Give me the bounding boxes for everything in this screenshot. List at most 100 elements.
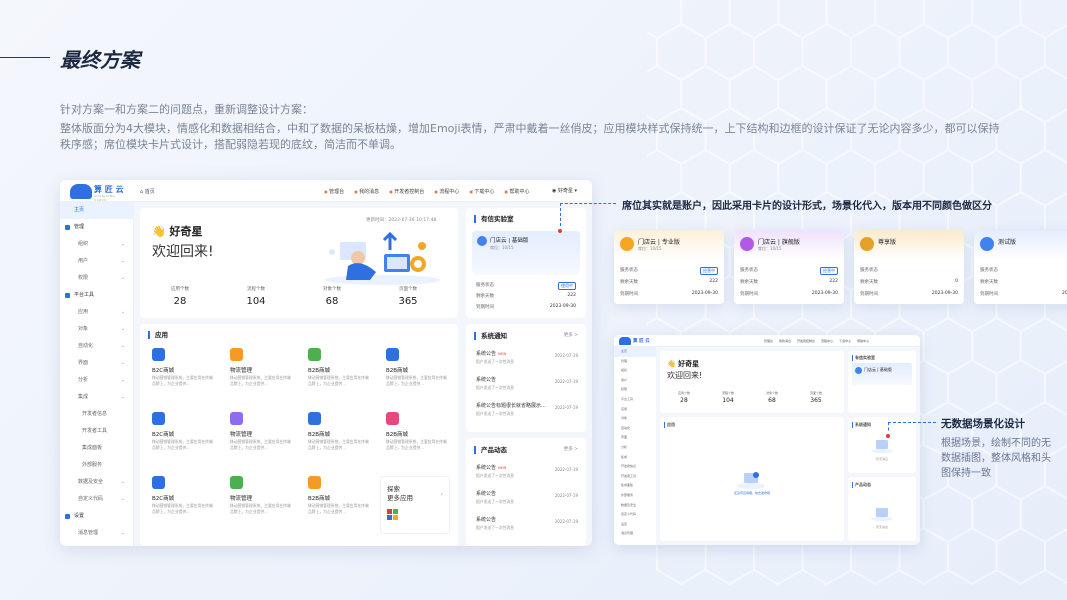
notice-more-link[interactable]: 更多 > xyxy=(564,332,578,338)
sidebar-item[interactable]: 对象 ⌄ xyxy=(60,321,133,338)
hexagon-shape xyxy=(947,526,998,586)
user-menu[interactable]: ◉ 好奇星 ▾ xyxy=(552,187,577,194)
small-sidebar-item[interactable]: 对象 xyxy=(614,414,656,424)
small-sidebar-item[interactable]: 管理 xyxy=(614,357,656,367)
app-item[interactable]: 物流管理 移动营销管理系统，主要应用在终端品牌上，为企业提供... xyxy=(230,412,300,470)
small-notice-title: 系统通知 xyxy=(852,422,871,428)
small-dynamic-title: 产品动态 xyxy=(852,482,871,488)
sidebar-item[interactable]: 消息管理 ⌄ xyxy=(60,525,133,542)
sidebar-item[interactable]: 外部服务 xyxy=(60,457,133,474)
sidebar-item[interactable]: 自定义代码 ⌄ xyxy=(60,491,133,508)
app-item[interactable]: B2B商城 移动营销管理系统，主要应用在终端品牌上，为企业提供... xyxy=(308,412,378,470)
small-sidebar-item[interactable]: 外部服务 xyxy=(614,491,656,501)
tier-row: 到期时间2022-0 xyxy=(980,291,1067,297)
topnav-item-3[interactable]: 流程中心 xyxy=(434,188,459,195)
small-lab-card: 有信实验室 门店云 | 基础版 xyxy=(848,351,916,413)
chevron-down-icon: ⌄ xyxy=(120,258,125,264)
topnav-item-0[interactable]: 管理台 xyxy=(324,188,344,195)
sidebar-item[interactable]: 用户 ⌄ xyxy=(60,253,133,270)
list-item-title[interactable]: 系统公告 xyxy=(476,516,496,523)
logo[interactable]: 算 匠 云 SUANJIANG CLOUD xyxy=(70,184,128,202)
small-sidebar-item[interactable]: 主页 xyxy=(614,347,656,357)
small-topnav-item-3[interactable]: 流程中心 xyxy=(821,339,833,343)
topnav-item-1[interactable]: 我的消息 xyxy=(354,188,379,195)
sidebar-item[interactable]: 自动化 ⌄ xyxy=(60,338,133,355)
sidebar-item[interactable]: 开发者信息 xyxy=(60,406,133,423)
sidebar-item[interactable]: 权限 ⌄ xyxy=(60,270,133,287)
small-sidebar-item[interactable]: 自定义代码 xyxy=(614,510,656,520)
app-desc: 移动营销管理系统，主要应用在终端品牌上，为企业提供... xyxy=(230,375,291,386)
topnav-item-2[interactable]: 开发者控制台 xyxy=(389,188,424,195)
page-title: 最终方案 xyxy=(60,48,140,72)
app-item[interactable]: 物流管理 移动营销管理系统，主要应用在终端品牌上，为企业提供... xyxy=(230,476,300,534)
breadcrumb-label: 首页 xyxy=(144,189,155,195)
breadcrumb[interactable]: ⌂ 首页 xyxy=(140,188,155,195)
sidebar-item[interactable]: 集成面板 xyxy=(60,440,133,457)
small-sidebar-item[interactable]: 权限 xyxy=(614,385,656,395)
seat-card[interactable]: 门店云 | 基础版 席位：10/15 xyxy=(472,231,580,275)
list-item-date: 2022-07-19 xyxy=(554,493,578,498)
small-sidebar-item[interactable]: 数据及安全 xyxy=(614,501,656,511)
small-topnav-item-4[interactable]: 下载中心 xyxy=(839,339,851,343)
small-sidebar-item[interactable]: 分析 xyxy=(614,443,656,453)
sidebar-item[interactable]: 主页 xyxy=(60,202,133,219)
small-topnav-item-5[interactable]: 帮助中心 xyxy=(857,339,869,343)
tier-card[interactable]: 尊享版 服务状态 剩余天数 0 到期时间 2023-09-30 xyxy=(854,230,964,304)
app-item[interactable]: B2C商城 移动营销管理系统，主要应用在终端品牌上，为企业提供... xyxy=(152,412,222,470)
sidebar-item[interactable]: 分析 ⌄ xyxy=(60,372,133,389)
topnav-item-5[interactable]: 帮助中心 xyxy=(504,188,529,195)
small-sidebar-item[interactable]: 应用 xyxy=(614,405,656,415)
small-sidebar-item[interactable]: 消息管理 xyxy=(614,529,656,539)
sidebar-item[interactable]: 设置 xyxy=(60,508,133,525)
small-sidebar-item[interactable]: 平台工具 xyxy=(614,395,656,405)
app-item[interactable]: B2B商城 移动营销管理系统，主要应用在终端品牌上，为企业提供... xyxy=(386,412,456,470)
small-stat-item: 页面个数 365 xyxy=(796,391,836,404)
sidebar-item[interactable]: 管理 xyxy=(60,219,133,236)
tier-card[interactable]: 门店云 | 专业版 席位：10/15 服务状态 经营中 剩余天数 222 到期时间 2023-… xyxy=(614,230,724,304)
list-item-title[interactable]: 系统公告 NEW xyxy=(476,464,506,471)
small-sidebar-item[interactable]: 开发者工具 xyxy=(614,472,656,482)
small-sidebar-item[interactable]: 用户 xyxy=(614,376,656,386)
small-sidebar-item[interactable]: 设置 xyxy=(614,520,656,530)
small-sidebar-item[interactable]: 开发者信息 xyxy=(614,462,656,472)
app-item[interactable]: B2B商城 移动营销管理系统，主要应用在终端品牌上，为企业提供... xyxy=(308,476,378,534)
sidebar-item[interactable]: 平台工具 xyxy=(60,287,133,304)
tier-card-header: 门店云 | 旗舰版 席位：10/15 xyxy=(734,230,844,260)
small-sidebar-item[interactable]: 自动化 xyxy=(614,424,656,434)
sidebar-item[interactable]: 数据及安全 ⌄ xyxy=(60,474,133,491)
sidebar-item[interactable]: 应用 ⌄ xyxy=(60,304,133,321)
sidebar-item[interactable]: 开发者工具 xyxy=(60,423,133,440)
small-sidebar-item[interactable]: 组织 xyxy=(614,366,656,376)
list-item-title[interactable]: 系统公告 xyxy=(476,376,496,383)
tier-card-header: 门店云 | 专业版 席位：10/15 xyxy=(614,230,724,260)
app-item[interactable]: B2C商城 移动营销管理系统，主要应用在终端品牌上，为企业提供... xyxy=(152,348,222,406)
sidebar-item[interactable]: 组织 ⌄ xyxy=(60,236,133,253)
sidebar-item[interactable]: 界面 ⌄ xyxy=(60,355,133,372)
small-topnav-item-0[interactable]: 管理台 xyxy=(764,339,773,343)
small-sidebar-item[interactable]: 集成 xyxy=(614,453,656,463)
list-item-date: 2022-07-19 xyxy=(554,405,578,410)
small-topnav-item-1[interactable]: 我的消息 xyxy=(779,339,791,343)
app-item[interactable]: B2C商城 移动营销管理系统，主要应用在终端品牌上，为企业提供... xyxy=(152,476,222,534)
app-item[interactable]: B2B商城 移动营销管理系统，主要应用在终端品牌上，为企业提供... xyxy=(308,348,378,406)
chevron-down-icon: ⌄ xyxy=(120,343,125,349)
tier-card[interactable]: 门店云 | 旗舰版 席位：10/15 服务状态 经营中 剩余天数 222 到期时间 2023-… xyxy=(734,230,844,304)
small-topnav-item-2[interactable]: 开发者控制台 xyxy=(797,339,815,343)
list-item-title[interactable]: 系统公告 NEW xyxy=(476,350,506,357)
small-sidebar: 主页 管理 组织 用户 权限 平台工具 应用 对象 自动化 界面 分析 集成 开发者信息 开发者工具 集成面… xyxy=(614,347,656,545)
small-sidebar-item[interactable]: 集成面板 xyxy=(614,481,656,491)
tier-card[interactable]: 测试版服务状态剩余天数到期时间2022-0 xyxy=(974,230,1067,304)
list-item-date: 2022-07-19 xyxy=(554,467,578,472)
apps-card: 应用 B2C商城 移动营销管理系统，主要应用在终端品牌上，为企业提供... 物流管理… xyxy=(140,324,458,546)
small-sidebar-item[interactable]: 界面 xyxy=(614,433,656,443)
small-seat-card[interactable]: 门店云 | 基础版 xyxy=(852,363,912,385)
sidebar-item[interactable]: 集成 ⌄ xyxy=(60,389,133,406)
explore-more-apps[interactable]: 探索 更多应用 › xyxy=(380,476,450,534)
topnav-item-4[interactable]: 下载中心 xyxy=(469,188,494,195)
app-item[interactable]: B2B商城 移动营销管理系统，主要应用在终端品牌上，为企业提供... xyxy=(386,348,456,406)
dynamic-more-link[interactable]: 更多 > xyxy=(564,446,578,452)
list-item-title[interactable]: 系统公告标题很长就省略展示... xyxy=(476,402,546,409)
app-item[interactable]: 物流管理 移动营销管理系统，主要应用在终端品牌上，为企业提供... xyxy=(230,348,300,406)
greeting: 👋 好奇星 xyxy=(152,225,203,238)
list-item-title[interactable]: 系统公告 xyxy=(476,490,496,497)
